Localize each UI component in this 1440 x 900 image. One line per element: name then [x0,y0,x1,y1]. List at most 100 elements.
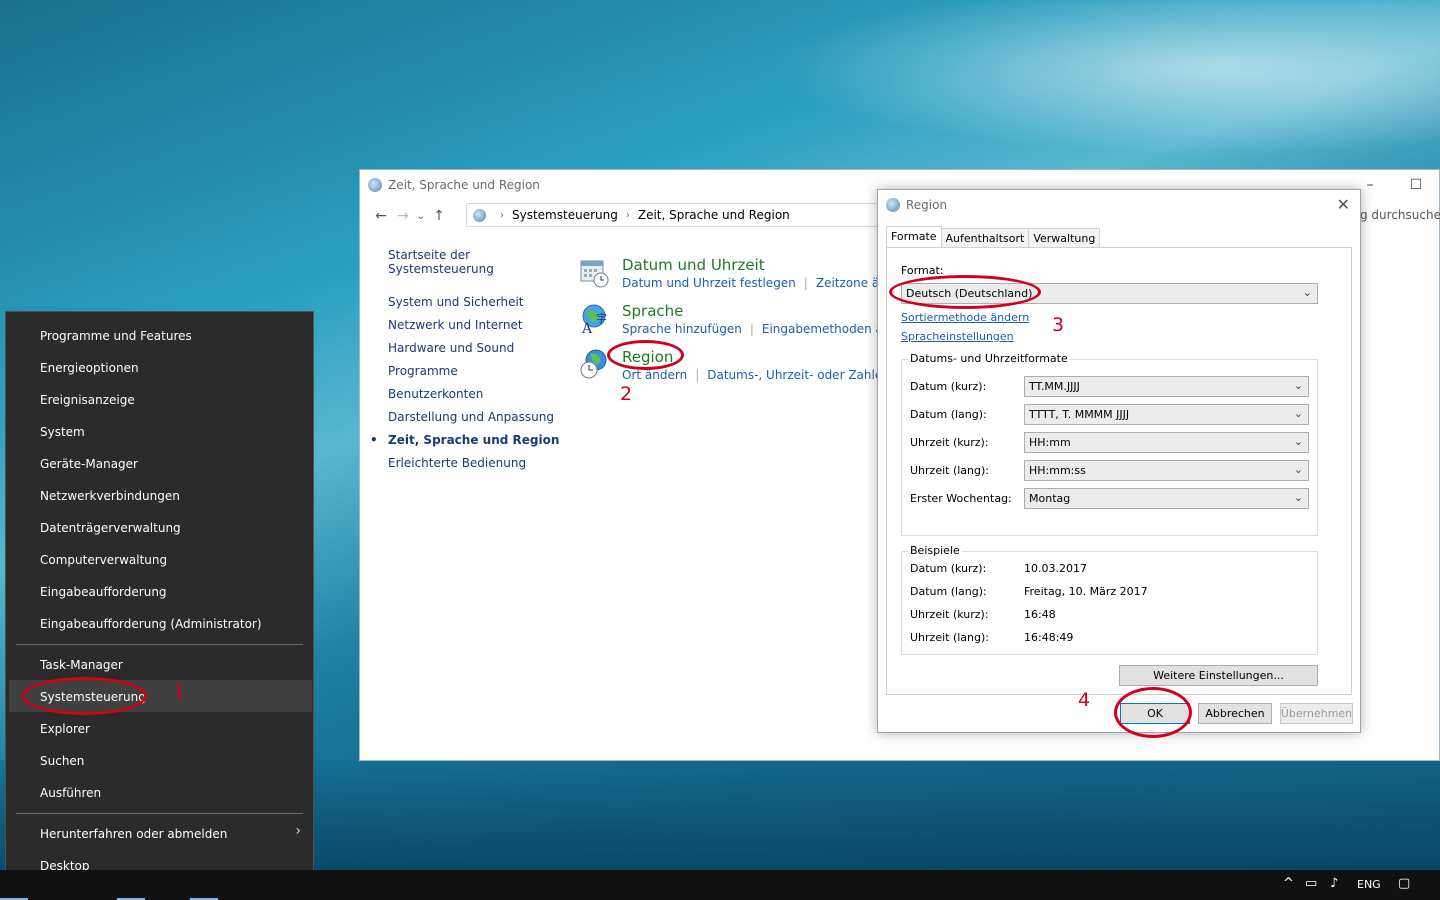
maximize-icon[interactable]: ☐ [1393,170,1439,200]
annotation-number-1: 1 [173,681,186,703]
menu-item-explorer[interactable]: Explorer [40,722,90,736]
examples-group: Beispiele Datum (kurz): 10.03.2017 Datum… [901,544,1318,655]
menu-item-energieoptionen[interactable]: Energieoptionen [40,361,139,375]
search-placeholder: g durchsuchen [1360,208,1440,222]
menu-item-geraete-manager[interactable]: Geräte-Manager [40,457,138,471]
menu-item-task-manager[interactable]: Task-Manager [40,658,123,672]
menu-item-ereignisanzeige[interactable]: Ereignisanzeige [40,393,135,407]
sidebar-item-erleichterte-bedienung[interactable]: Erleichterte Bedienung [388,456,563,470]
cancel-button[interactable]: Abbrechen [1198,703,1272,724]
region-dialog-title-bar[interactable]: Region [878,190,1360,220]
breadcrumb-zeit-sprache-region[interactable]: Zeit, Sprache und Region [638,208,790,222]
menu-item-suchen[interactable]: Suchen [40,754,84,768]
chevron-down-icon: ⌄ [1293,435,1303,448]
sidebar-item-hardware-sound[interactable]: Hardware und Sound [388,341,563,355]
category-title-datum-uhrzeit[interactable]: Datum und Uhrzeit [622,256,765,274]
annotation-number-3: 3 [1052,314,1065,336]
link-datum-uhrzeit-festlegen[interactable]: Datum und Uhrzeit festlegen [622,276,796,290]
category-links-region: Ort ändern | Datums-, Uhrzeit- oder Zahlen… [622,368,906,382]
menu-item-eingabeaufforderung[interactable]: Eingabeaufforderung [40,585,167,599]
annotation-number-2: 2 [620,383,633,405]
datum-lang-select[interactable]: TTTT, T. MMMM JJJJ ⌄ [1024,404,1309,425]
example-value-datum-lang: Freitag, 10. März 2017 [1024,585,1148,598]
chevron-right-icon: › [295,823,301,839]
annotation-oval-format [889,275,1041,309]
chevron-right-icon: › [500,209,504,221]
chevron-down-icon: ⌄ [1293,379,1303,392]
date-time-formats-group: Datums- und Uhrzeitformate Datum (kurz):… [901,352,1318,536]
up-arrow-icon[interactable]: ↑ [428,208,450,224]
chevron-down-icon: ⌄ [1293,407,1303,420]
menu-item-system[interactable]: System [40,425,85,439]
datum-kurz-select[interactable]: TT.MM.JJJJ ⌄ [1024,376,1309,397]
link-ort-aendern[interactable]: Ort ändern [622,368,687,382]
taskbar-language[interactable]: ENG [1357,878,1381,891]
category-title-sprache[interactable]: Sprache [622,302,683,320]
svg-text:A: A [581,321,593,334]
example-label-uhrzeit-lang: Uhrzeit (lang): [910,631,989,644]
forward-arrow-icon[interactable]: → [392,208,414,224]
format-label-uhrzeit-kurz: Uhrzeit (kurz): [910,436,989,449]
example-label-uhrzeit-kurz: Uhrzeit (kurz): [910,608,989,621]
cp-sidebar: Startseite der Systemsteuerung System un… [370,248,563,479]
example-value-uhrzeit-lang: 16:48:49 [1024,631,1074,644]
region-dialog-icon [886,198,900,212]
category-links-sprache: Sprache hinzufügen | Eingabemethoden änder [622,322,910,336]
notification-icon[interactable]: ▢ [1398,876,1410,891]
uhrzeit-lang-select[interactable]: HH:mm:ss ⌄ [1024,460,1309,481]
sidebar-item-benutzerkonten[interactable]: Benutzerkonten [388,387,563,401]
menu-item-programme-features[interactable]: Programme und Features [40,329,192,343]
link-spracheinstellungen[interactable]: Spracheinstellungen [901,330,1014,343]
sidebar-item-system-sicherheit[interactable]: System und Sicherheit [388,295,563,309]
format-label-erster-wochentag: Erster Wochentag: [910,492,1012,505]
sidebar-item-zeit-sprache-region[interactable]: Zeit, Sprache und Region [370,433,563,447]
recent-chevron-down-icon[interactable]: ⌄ [414,211,428,222]
examples-title: Beispiele [908,544,962,557]
format-label-datum-lang: Datum (lang): [910,408,987,421]
datum-kurz-value: TT.MM.JJJJ [1029,380,1080,393]
menu-item-netzwerkverbindungen[interactable]: Netzwerkverbindungen [40,489,180,503]
uhrzeit-kurz-select[interactable]: HH:mm ⌄ [1024,432,1309,453]
menu-item-herunterfahren[interactable]: Herunterfahren oder abmelden [40,827,227,841]
chevron-down-icon: ⌄ [1293,491,1303,504]
search-input[interactable]: g durchsuchen [1360,203,1440,227]
language-globe-icon: A 字 [581,304,607,334]
region-dialog: Region ✕ Formate Aufenthaltsort Verwaltu… [877,189,1361,733]
erster-wochentag-select[interactable]: Montag ⌄ [1024,488,1309,509]
menu-item-ausfuehren[interactable]: Ausführen [40,786,101,800]
annotation-oval-ok [1114,687,1192,738]
tab-formate-panel: Format: Deutsch (Deutschland) ⌄ Sortierm… [886,247,1352,695]
volume-icon[interactable]: ♪ [1330,876,1338,891]
link-sortiermethode[interactable]: Sortiermethode ändern [901,311,1029,324]
menu-item-datentraegerverwaltung[interactable]: Datenträgerverwaltung [40,521,181,535]
breadcrumb-systemsteuerung[interactable]: Systemsteuerung [512,208,618,222]
region-globe-clock-icon [580,349,607,379]
annotation-number-4: 4 [1078,689,1091,711]
format-label-uhrzeit-lang: Uhrzeit (lang): [910,464,989,477]
chevron-up-icon[interactable]: ^ [1283,876,1294,891]
example-value-uhrzeit-kurz: 16:48 [1024,608,1056,621]
apply-button[interactable]: Übernehmen [1280,703,1353,724]
datum-lang-value: TTTT, T. MMMM JJJJ [1029,408,1130,421]
menu-item-eingabeaufforderung-admin[interactable]: Eingabeaufforderung (Administrator) [40,617,262,631]
sidebar-item-netzwerk-internet[interactable]: Netzwerk und Internet [388,318,563,332]
menu-item-computerverwaltung[interactable]: Computerverwaltung [40,553,167,567]
more-settings-button[interactable]: Weitere Einstellungen... [1119,665,1318,686]
uhrzeit-kurz-value: HH:mm [1029,436,1071,449]
close-icon[interactable]: ✕ [1337,195,1350,214]
back-arrow-icon[interactable]: ← [370,208,392,224]
svg-text:字: 字 [596,311,607,325]
sidebar-item-programme[interactable]: Programme [388,364,563,378]
annotation-oval-region [607,340,684,370]
link-separator: | [749,322,754,336]
sidebar-item-darstellung[interactable]: Darstellung und Anpassung [388,410,563,424]
sidebar-home-link[interactable]: Startseite der Systemsteuerung [388,248,563,276]
tab-formate[interactable]: Formate [886,226,942,248]
address-bar[interactable]: › Systemsteuerung › Zeit, Sprache und Re… [466,203,878,227]
address-cp-icon [473,208,486,222]
chevron-down-icon: ⌄ [1293,463,1303,476]
chevron-right-icon: › [625,209,630,221]
link-sprache-hinzufuegen[interactable]: Sprache hinzufügen [622,322,742,336]
calendar-clock-icon [580,260,609,288]
network-icon[interactable]: ▭ [1305,876,1317,891]
